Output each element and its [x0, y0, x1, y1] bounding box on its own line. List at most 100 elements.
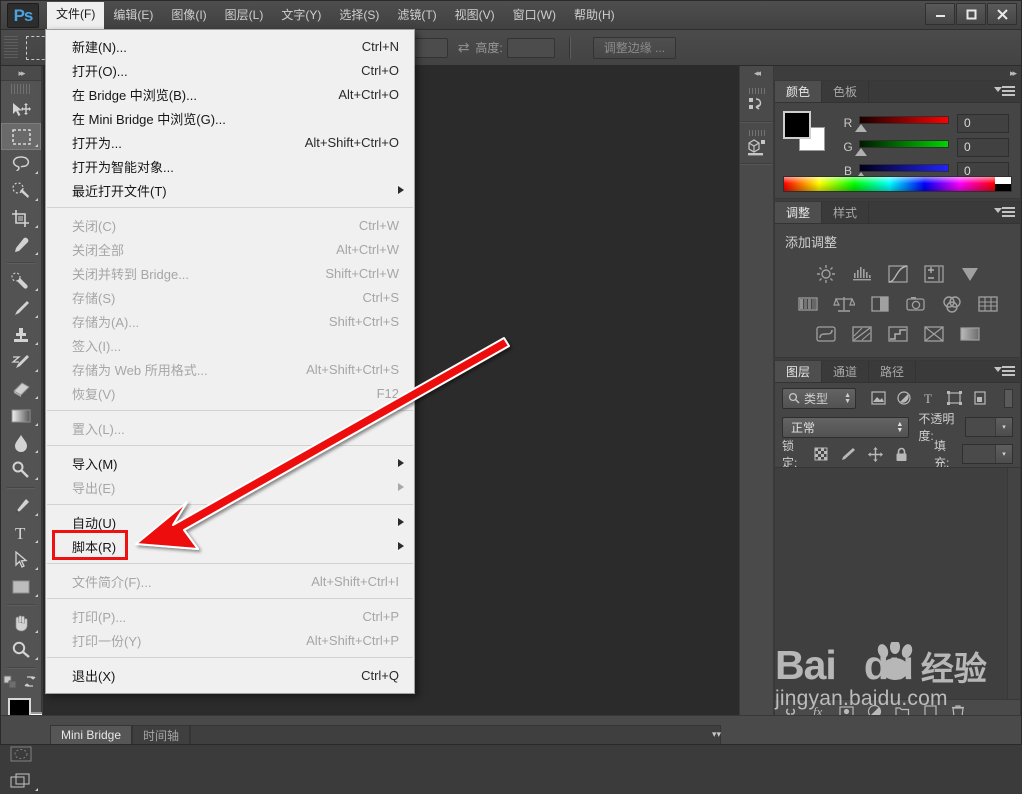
tab-swatches[interactable]: 色板 — [822, 81, 870, 102]
default-colors-and-swap[interactable] — [1, 672, 41, 692]
lock-position-icon[interactable] — [867, 446, 883, 462]
type-filter-icon[interactable]: T — [922, 391, 936, 405]
layers-panel-menu-icon[interactable] — [994, 366, 1015, 378]
tool-hand[interactable] — [1, 609, 41, 636]
file-menu-item-6[interactable]: 最近打开文件(T) — [46, 178, 414, 202]
3d-panel-icon[interactable] — [740, 122, 773, 164]
tab-channels[interactable]: 通道 — [822, 361, 870, 382]
swap-dimensions-icon[interactable]: ⇄ — [458, 39, 470, 56]
maximize-button[interactable] — [956, 3, 986, 25]
spectrum-black[interactable] — [995, 184, 1011, 191]
tab-layers[interactable]: 图层 — [775, 361, 823, 382]
file-menu-item-4[interactable]: 打开为... Alt+Shift+Ctrl+O — [46, 130, 414, 154]
slider-thumb-g[interactable] — [855, 148, 867, 156]
tool-history-brush[interactable] — [1, 348, 41, 375]
file-menu-item-5[interactable]: 打开为智能对象... — [46, 154, 414, 178]
menubar-item-9[interactable]: 帮助(H) — [565, 4, 624, 27]
blend-mode-select[interactable]: 正常 ▲ ▼ — [782, 416, 910, 438]
fill-input[interactable]: ▾ — [961, 444, 1014, 464]
menubar-item-7[interactable]: 视图(V) — [446, 4, 504, 27]
tool-eyedropper[interactable] — [1, 231, 41, 258]
file-menu-item-23[interactable]: 脚本(R) — [46, 530, 414, 560]
adjustments-panel-menu-icon[interactable] — [994, 207, 1015, 219]
tool-gradient[interactable] — [1, 402, 41, 429]
dock-expand-icon[interactable]: ▸▸ — [1010, 68, 1017, 79]
minimize-button[interactable] — [925, 3, 955, 25]
tool-eraser[interactable] — [1, 375, 41, 402]
tool-zoom[interactable] — [1, 636, 41, 663]
layer-filter-type-select[interactable]: 类型 ▲ ▼ — [782, 387, 856, 409]
shape-filter-icon[interactable] — [947, 391, 962, 405]
refine-edge-button[interactable]: 调整边缘 ... — [592, 36, 677, 59]
file-menu-item-22[interactable]: 自动(U) — [46, 510, 414, 534]
right-dock-expand-bar[interactable]: ▸▸ — [774, 66, 1021, 80]
menubar-item-4[interactable]: 文字(Y) — [272, 4, 330, 27]
bottom-panel-empty-area[interactable] — [190, 725, 721, 744]
bottom-tab-0[interactable]: Mini Bridge — [50, 725, 133, 744]
color-slider-g[interactable]: G 0 — [841, 135, 1012, 159]
tool-screen-mode[interactable] — [1, 767, 41, 794]
layer-filter-toggle[interactable] — [1004, 388, 1013, 408]
smart-object-filter-icon[interactable] — [973, 391, 987, 405]
panel-foreground-swatch[interactable] — [783, 111, 811, 139]
layer-list-scrollbar[interactable] — [1007, 468, 1020, 699]
tool-quick-mask[interactable] — [1, 740, 41, 767]
tab-styles[interactable]: 样式 — [822, 202, 870, 223]
lock-transparency-icon[interactable] — [814, 447, 828, 461]
channel-value-r[interactable]: 0 — [957, 113, 1009, 133]
dock-collapse-icon[interactable]: ◂◂ — [740, 66, 773, 80]
tool-dodge[interactable] — [1, 456, 41, 483]
bottom-tab-1[interactable]: 时间轴 — [132, 725, 191, 744]
slider-thumb-r[interactable] — [855, 124, 867, 132]
menubar-item-0[interactable]: 文件(F) — [47, 2, 105, 29]
tool-spot-healing-brush[interactable] — [1, 267, 41, 294]
tool-type[interactable]: T — [1, 519, 41, 546]
menubar-item-1[interactable]: 编辑(E) — [104, 4, 162, 27]
tab-color[interactable]: 颜色 — [775, 81, 823, 102]
spectrum-gradient[interactable] — [784, 177, 995, 191]
menubar-item-3[interactable]: 图层(L) — [216, 4, 273, 27]
history-panel-icon[interactable] — [740, 80, 773, 122]
color-panel-menu-icon[interactable] — [994, 86, 1015, 98]
tool-crop[interactable] — [1, 204, 41, 231]
pixel-filter-icon[interactable] — [871, 391, 886, 405]
chevron-down-icon[interactable]: ▾ — [995, 418, 1012, 436]
tool-path-selection[interactable] — [1, 546, 41, 573]
spectrum-white-black[interactable] — [995, 177, 1011, 191]
file-menu-item-3[interactable]: 在 Mini Bridge 中浏览(G)... — [46, 106, 414, 130]
tool-rectangle[interactable] — [1, 573, 41, 600]
tool-blur[interactable] — [1, 429, 41, 456]
height-input[interactable] — [506, 37, 555, 58]
toolbox-expand-icon[interactable]: ▸▸ — [1, 66, 41, 81]
lock-all-icon[interactable] — [895, 447, 908, 462]
tool-lasso[interactable] — [1, 150, 41, 177]
slider-track-g[interactable] — [855, 137, 949, 157]
file-menu-item-19[interactable]: 导入(M) — [46, 451, 414, 475]
tool-pen[interactable] — [1, 492, 41, 519]
file-menu-item-1[interactable]: 打开(O)... Ctrl+O — [46, 58, 414, 82]
tab-paths[interactable]: 路径 — [869, 361, 917, 382]
tool-rectangular-marquee[interactable] — [1, 123, 41, 150]
slider-track-r[interactable] — [855, 113, 949, 133]
file-menu-item-2[interactable]: 在 Bridge 中浏览(B)... Alt+Ctrl+O — [46, 82, 414, 106]
close-button[interactable] — [987, 3, 1017, 25]
file-menu-dropdown[interactable]: 新建(N)... Ctrl+N 打开(O)... Ctrl+O 在 Bridge 中浏览… — [45, 29, 415, 694]
chevron-down-icon[interactable]: ▾ — [995, 445, 1013, 463]
menubar-item-8[interactable]: 窗口(W) — [504, 4, 565, 27]
file-menu-item-0[interactable]: 新建(N)... Ctrl+N — [46, 34, 414, 58]
toolbox-grip[interactable] — [11, 84, 31, 94]
bottom-panel-collapse-icon[interactable]: ▾▾ — [712, 729, 721, 740]
opacity-input[interactable]: ▾ — [964, 417, 1013, 437]
color-slider-r[interactable]: R 0 — [841, 111, 1012, 135]
channel-value-g[interactable]: 0 — [957, 137, 1009, 157]
options-bar-grip[interactable] — [4, 35, 18, 60]
layer-list[interactable] — [775, 467, 1020, 699]
tool-move[interactable] — [1, 96, 41, 123]
tool-brush[interactable] — [1, 294, 41, 321]
color-panel-swatches[interactable] — [783, 111, 827, 151]
adjustment-filter-icon[interactable] — [897, 391, 911, 405]
menubar-item-5[interactable]: 选择(S) — [330, 4, 388, 27]
color-spectrum-ramp[interactable] — [783, 176, 1012, 192]
tool-quick-selection[interactable] — [1, 177, 41, 204]
spectrum-white[interactable] — [995, 177, 1011, 184]
